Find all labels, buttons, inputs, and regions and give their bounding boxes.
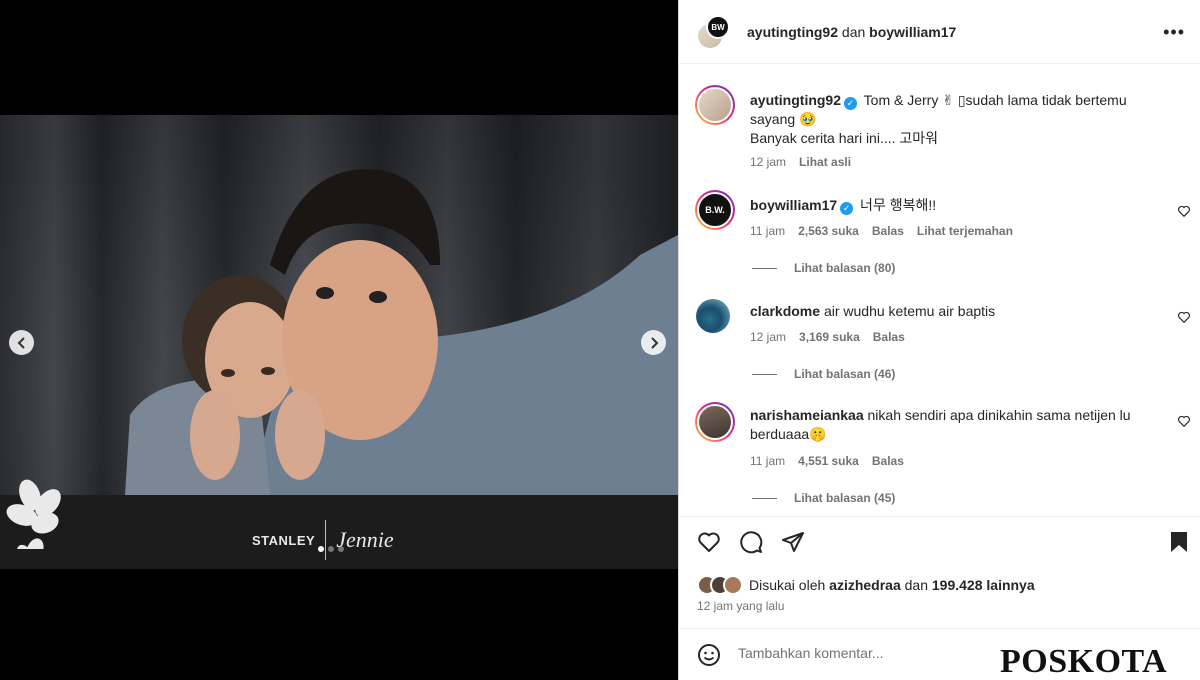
comment-username[interactable]: boywilliam17 — [750, 197, 837, 213]
post-time: 12 jam yang lalu — [697, 599, 785, 613]
comment-likes[interactable]: 2,563 suka — [798, 224, 859, 238]
watermark-logo: POSKOTA — [1000, 643, 1168, 680]
author-link[interactable]: boywilliam17 — [869, 24, 956, 40]
next-slide-button[interactable] — [641, 330, 666, 355]
translate-link[interactable]: Lihat terjemahan — [917, 224, 1013, 238]
verified-icon: ✓ — [840, 202, 854, 215]
heart-icon[interactable] — [697, 530, 721, 554]
comment-username[interactable]: narishameiankaa — [750, 407, 864, 423]
likes-summary: Disukai oleh azizhedraa dan 199.428 lain… — [697, 575, 1035, 595]
view-replies-button[interactable]: Lihat balasan (80) — [752, 261, 895, 275]
flower-decoration — [6, 479, 61, 549]
post-authors: ayutingting92 dan boywilliam17 — [747, 24, 957, 40]
heart-icon[interactable] — [1177, 414, 1191, 428]
view-replies-button[interactable]: Lihat balasan (46) — [752, 367, 895, 381]
comment-icon[interactable] — [739, 530, 763, 554]
post-sidebar: BW ayutingting92 dan boywilliam17 ••• ay… — [678, 0, 1200, 680]
verified-icon: ✓ — [844, 97, 858, 110]
share-icon[interactable] — [781, 530, 805, 554]
caption-username[interactable]: ayutingting92 — [750, 92, 841, 108]
comment-input[interactable] — [738, 645, 1038, 661]
reply-button[interactable]: Balas — [873, 330, 905, 344]
chevron-left-icon — [17, 336, 25, 349]
jennie-logo: Jennie — [336, 527, 394, 552]
stanley-logo: STANLEY — [252, 532, 316, 548]
author-link[interactable]: ayutingting92 — [747, 24, 838, 40]
comment-likes[interactable]: 3,169 suka — [799, 330, 860, 344]
carousel-dot — [328, 546, 334, 552]
comment-likes[interactable]: 4,551 suka — [798, 454, 859, 468]
carousel-dot — [318, 546, 324, 552]
comment-time: 11 jam — [750, 224, 786, 238]
heart-icon[interactable] — [1177, 310, 1191, 324]
previous-slide-button[interactable] — [9, 330, 34, 355]
brand-logos: STANLEY Jennie — [252, 520, 394, 560]
more-icon[interactable]: ••• — [1163, 22, 1185, 43]
reply-button[interactable]: Balas — [872, 454, 904, 468]
avatar — [723, 575, 743, 595]
comment-time: 11 jam — [750, 454, 786, 468]
post-photo — [0, 115, 678, 495]
caption-text: Banyak cerita hari ini.... 고마워 — [750, 130, 939, 146]
carousel-dot — [338, 546, 344, 552]
bookmark-icon[interactable] — [1167, 530, 1191, 554]
heart-icon[interactable] — [1177, 204, 1191, 218]
comment-time: 12 jam — [750, 330, 787, 344]
comment-username[interactable]: clarkdome — [750, 303, 820, 319]
see-original-link[interactable]: Lihat asli — [799, 155, 851, 169]
liker-link[interactable]: azizhedraa — [829, 577, 901, 593]
reply-button[interactable]: Balas — [872, 224, 904, 238]
comment-text: 너무 행복해!! — [860, 197, 937, 213]
likes-count-link[interactable]: 199.428 lainnya — [932, 577, 1035, 593]
caption-time: 12 jam — [750, 155, 787, 169]
emoji-icon[interactable] — [697, 643, 721, 667]
view-replies-button[interactable]: Lihat balasan (45) — [752, 491, 895, 505]
avatar[interactable] — [695, 85, 735, 125]
photo-illustration — [125, 169, 678, 495]
avatar[interactable] — [696, 299, 730, 333]
post-header: BW ayutingting92 dan boywilliam17 ••• — [679, 0, 1200, 64]
chevron-right-icon — [650, 336, 658, 349]
carousel-dots — [318, 546, 344, 552]
avatar[interactable]: B.W. — [695, 190, 735, 230]
post-media: STANLEY Jennie — [0, 0, 678, 680]
avatar[interactable] — [695, 402, 735, 442]
avatar[interactable]: BW — [706, 15, 730, 39]
comment-text: air wudhu ketemu air baptis — [823, 303, 996, 319]
